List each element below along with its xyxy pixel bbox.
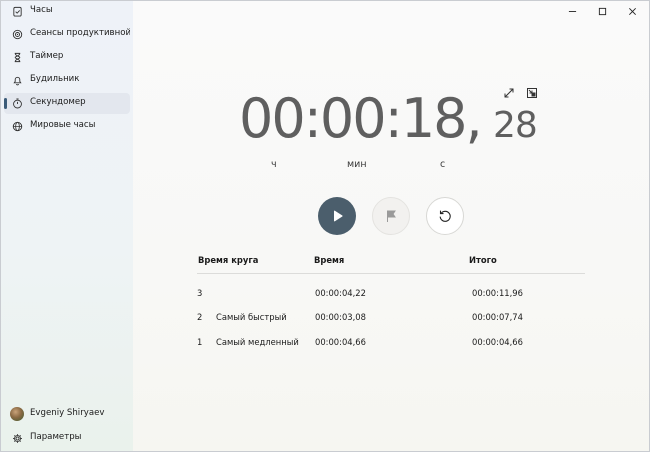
sidebar: Часы Сеансы продуктивной р Таймер Будиль…	[1, 1, 133, 451]
sidebar-item-alarm[interactable]: Будильник	[4, 70, 130, 91]
flag-icon	[387, 210, 396, 222]
sidebar-item-world-clock[interactable]: Мировые часы	[4, 116, 130, 137]
play-icon	[334, 210, 343, 222]
lap-number: 1	[197, 337, 203, 347]
sidebar-item-clock[interactable]: Часы	[4, 1, 130, 22]
lap-time: 00:00:04,22	[315, 288, 366, 298]
user-profile[interactable]: Evgeniy Shiryaev	[4, 403, 130, 425]
sidebar-item-label: Таймер	[30, 51, 64, 61]
sidebar-item-label: Сеансы продуктивной р	[30, 28, 130, 38]
sidebar-item-timer[interactable]: Таймер	[4, 47, 130, 68]
stopwatch-display: 00:00:18, 28	[239, 85, 559, 165]
sidebar-item-label: Будильник	[30, 74, 80, 84]
close-icon	[628, 7, 636, 15]
unit-seconds: с	[440, 159, 446, 170]
column-header-time: Время	[314, 255, 345, 265]
lap-number: 3	[197, 288, 203, 298]
stopwatch-main-time: 00:00:18,	[239, 87, 483, 150]
sidebar-item-settings[interactable]: Параметры	[4, 428, 130, 449]
lap-total: 00:00:04,66	[472, 337, 523, 347]
hourglass-icon	[12, 52, 23, 63]
sidebar-item-label: Часы	[30, 5, 53, 15]
gear-icon	[12, 433, 23, 444]
lap-button[interactable]	[372, 197, 410, 235]
clock-app-window: Часы Сеансы продуктивной р Таймер Будиль…	[0, 0, 650, 452]
sidebar-item-label: Секундомер	[30, 97, 86, 107]
column-header-lap-time: Время круга	[198, 255, 259, 265]
lap-row: 1 Самый медленный 00:00:04,66 00:00:04,6…	[197, 334, 587, 352]
sidebar-item-stopwatch[interactable]: Секундомер	[4, 93, 130, 114]
focus-target-icon	[12, 29, 23, 40]
active-indicator	[4, 98, 7, 109]
sidebar-item-label: Параметры	[30, 432, 82, 442]
lap-row: 3 00:00:04,22 00:00:11,96	[197, 285, 587, 303]
bell-icon	[12, 75, 23, 86]
lap-total: 00:00:07,74	[472, 312, 523, 322]
lap-row: 2 Самый быстрый 00:00:03,08 00:00:07,74	[197, 309, 587, 327]
globe-icon	[12, 121, 23, 132]
maximize-button[interactable]	[587, 3, 617, 19]
unit-minutes: мин	[347, 159, 367, 170]
lap-tag: Самый медленный	[216, 337, 299, 347]
lap-total: 00:00:11,96	[472, 288, 523, 298]
stopwatch-centiseconds: 28	[493, 105, 538, 146]
reset-icon	[439, 210, 451, 222]
window-controls	[557, 3, 647, 19]
avatar	[10, 407, 24, 421]
clipboard-check-icon	[12, 6, 23, 17]
sidebar-item-focus-sessions[interactable]: Сеансы продуктивной р	[4, 24, 130, 45]
sidebar-item-label: Мировые часы	[30, 120, 96, 130]
stopwatch-icon	[12, 98, 23, 109]
lap-time: 00:00:04,66	[315, 337, 366, 347]
minimize-button[interactable]	[557, 3, 587, 19]
stopwatch-page: 00:00:18, 28 ч мин с Время круга Время И…	[133, 1, 649, 451]
maximize-icon	[598, 7, 606, 15]
laps-divider	[197, 273, 585, 274]
lap-tag: Самый быстрый	[216, 312, 287, 322]
close-button[interactable]	[617, 3, 647, 19]
column-header-total: Итого	[469, 255, 497, 265]
lap-time: 00:00:03,08	[315, 312, 366, 322]
reset-button[interactable]	[426, 197, 464, 235]
start-button[interactable]	[318, 197, 356, 235]
minimize-icon	[568, 10, 576, 12]
lap-number: 2	[197, 312, 203, 322]
profile-name: Evgeniy Shiryaev	[30, 408, 105, 418]
unit-hours: ч	[271, 159, 277, 170]
